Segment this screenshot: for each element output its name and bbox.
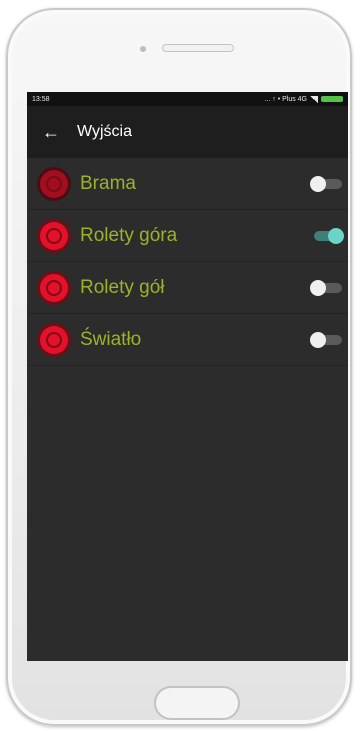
output-status-indicator xyxy=(40,273,68,302)
output-row-rolety-gol[interactable]: Rolety gół xyxy=(27,262,348,314)
output-row-brama[interactable]: Brama xyxy=(27,158,348,210)
output-toggle[interactable] xyxy=(310,279,344,296)
front-camera xyxy=(140,46,146,52)
output-row-swiatlo[interactable]: Światło xyxy=(27,314,348,366)
output-label: Rolety góra xyxy=(80,224,178,246)
app-bar: ← Wyjścia xyxy=(27,106,348,158)
output-status-indicator xyxy=(40,169,68,198)
toggle-thumb xyxy=(310,279,326,296)
output-label: Brama xyxy=(80,172,136,194)
back-arrow-icon[interactable]: ← xyxy=(41,122,61,142)
output-toggle[interactable] xyxy=(310,175,344,192)
toggle-thumb xyxy=(310,331,326,348)
output-label: Rolety gół xyxy=(80,276,165,298)
home-button[interactable] xyxy=(154,686,240,720)
app-screen: 13:58 ... ↑ • Plus 4G ← Wyjścia Brama Ro… xyxy=(27,92,348,661)
earpiece-speaker xyxy=(162,44,234,52)
toggle-thumb xyxy=(328,227,344,244)
output-status-indicator xyxy=(40,221,68,250)
status-bar: 13:58 ... ↑ • Plus 4G xyxy=(27,92,348,106)
status-time: 13:58 xyxy=(32,95,50,103)
output-toggle[interactable] xyxy=(310,227,344,244)
network-label: ... ↑ • Plus 4G xyxy=(264,95,307,103)
output-toggle[interactable] xyxy=(310,331,344,348)
battery-icon xyxy=(321,96,343,102)
output-status-indicator xyxy=(40,325,68,354)
signal-icon xyxy=(310,95,318,103)
output-label: Światło xyxy=(80,328,142,350)
outputs-list: Brama Rolety góra Rolety gół Światło xyxy=(27,158,348,366)
page-title: Wyjścia xyxy=(77,123,132,140)
status-indicators: ... ↑ • Plus 4G xyxy=(264,95,343,103)
output-row-rolety-gora[interactable]: Rolety góra xyxy=(27,210,348,262)
toggle-thumb xyxy=(310,175,326,192)
